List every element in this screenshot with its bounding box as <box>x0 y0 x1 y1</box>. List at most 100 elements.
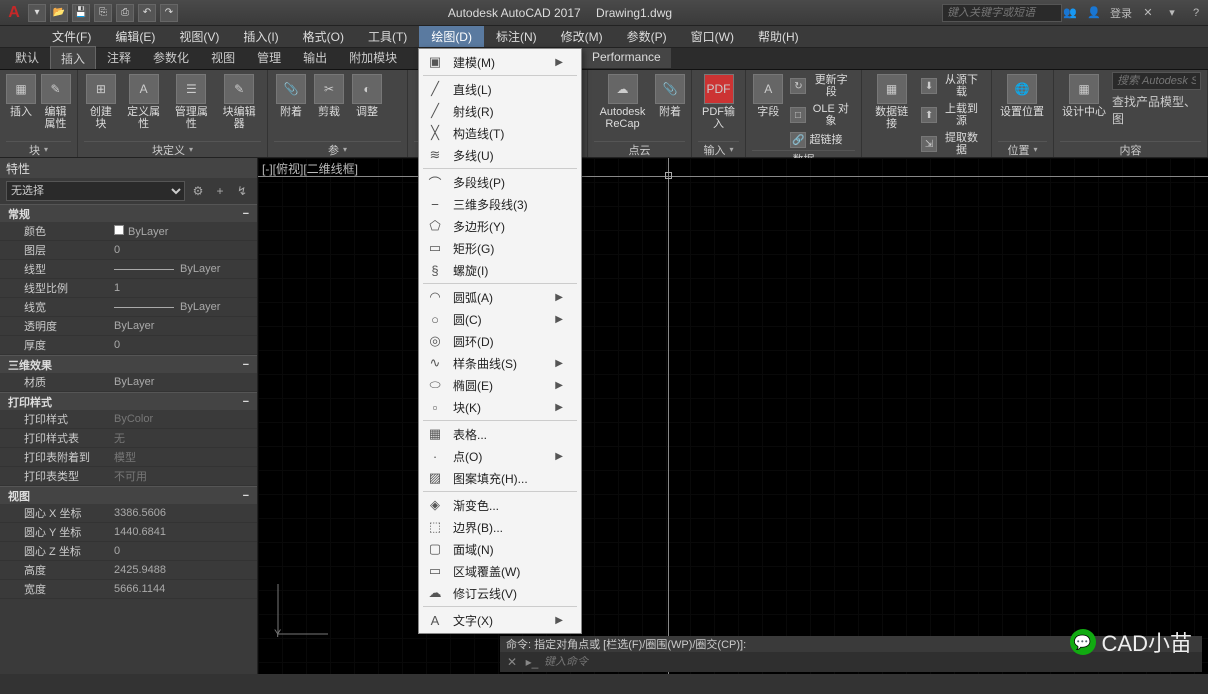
property-group-header[interactable]: 打印样式− <box>0 392 257 410</box>
menu-parameters[interactable]: 参数(P) <box>615 26 679 47</box>
panel-arrow-icon[interactable]: ▾ <box>189 145 193 154</box>
qat-saveas-icon[interactable]: ⎘ <box>94 4 112 22</box>
btn-attach[interactable]: 📎附着 <box>274 72 308 120</box>
btn-block-editor[interactable]: ✎块编辑器 <box>217 72 261 132</box>
panel-arrow-icon[interactable]: ▾ <box>729 145 733 154</box>
tab-default[interactable]: 默认 <box>4 45 50 69</box>
menu-format[interactable]: 格式(O) <box>291 26 356 47</box>
property-row[interactable]: 打印表类型不可用 <box>0 467 257 486</box>
tab-parametric[interactable]: 参数化 <box>142 45 200 69</box>
help-icon[interactable]: ? <box>1188 5 1204 21</box>
quick-select-icon[interactable]: ⚙ <box>189 182 207 200</box>
content-search-input[interactable] <box>1112 72 1201 90</box>
btn-clip[interactable]: ✂剪裁 <box>312 72 346 120</box>
command-close-icon[interactable]: ✕ <box>504 654 520 670</box>
menu-view[interactable]: 视图(V) <box>167 26 231 47</box>
menu-item[interactable]: ≋多线(U) <box>419 144 581 166</box>
property-row[interactable]: 图层0 <box>0 241 257 260</box>
user-icon[interactable]: 👤 <box>1086 5 1102 21</box>
menu-item[interactable]: ▦表格... <box>419 423 581 445</box>
tab-addins[interactable]: 附加模块 <box>338 45 408 69</box>
tab-manage[interactable]: 管理 <box>246 45 292 69</box>
tab-annotate[interactable]: 注释 <box>96 45 142 69</box>
menu-item[interactable]: ▭区域覆盖(W) <box>419 560 581 582</box>
tab-insert[interactable]: 插入 <box>50 46 96 69</box>
tab-view[interactable]: 视图 <box>200 45 246 69</box>
btn-field[interactable]: A字段 <box>752 72 784 120</box>
property-row[interactable]: 圆心 Y 坐标1440.6841 <box>0 523 257 542</box>
viewport-label[interactable]: [-][俯视][二维线框] <box>262 160 358 177</box>
property-row[interactable]: 线宽ByLayer <box>0 298 257 317</box>
btn-extract[interactable]: ⇲提取数据 <box>919 130 985 158</box>
menu-item[interactable]: ╱射线(R) <box>419 100 581 122</box>
qat-open-icon[interactable]: 📂 <box>50 4 68 22</box>
menu-item[interactable]: ☁修订云线(V) <box>419 582 581 604</box>
btn-attach-pc[interactable]: 📎附着 <box>655 72 685 120</box>
property-row[interactable]: 打印表附着到模型 <box>0 448 257 467</box>
property-row[interactable]: 颜色ByLayer <box>0 222 257 241</box>
toggle-pickadd-icon[interactable]: ↯ <box>233 182 251 200</box>
property-group-header[interactable]: 常规− <box>0 204 257 222</box>
qat-plot-icon[interactable]: ⎙ <box>116 4 134 22</box>
login-link[interactable]: 登录 <box>1110 5 1132 21</box>
panel-arrow-icon[interactable]: ▾ <box>343 145 347 154</box>
menu-item[interactable]: §螺旋(I) <box>419 259 581 281</box>
menu-item[interactable]: ∿样条曲线(S)▶ <box>419 352 581 374</box>
btn-download[interactable]: ⬇从源下载 <box>919 72 985 100</box>
menu-item[interactable]: ▣建模(M)▶ <box>419 51 581 73</box>
menu-item[interactable]: ·点(O)▶ <box>419 445 581 467</box>
menu-item[interactable]: ◈渐变色... <box>419 494 581 516</box>
menu-draw[interactable]: 绘图(D) <box>419 26 484 47</box>
property-row[interactable]: 材质ByLayer <box>0 373 257 392</box>
menu-item[interactable]: ○圆(C)▶ <box>419 308 581 330</box>
tab-output[interactable]: 输出 <box>292 45 338 69</box>
btn-manage-attr[interactable]: ☰管理属性 <box>170 72 214 132</box>
panel-arrow-icon[interactable]: ▾ <box>1033 145 1037 154</box>
menu-item[interactable]: ⬠多边形(Y) <box>419 215 581 237</box>
menu-item[interactable]: ╳构造线(T) <box>419 122 581 144</box>
property-row[interactable]: 圆心 X 坐标3386.5606 <box>0 504 257 523</box>
help-search-input[interactable] <box>942 4 1062 22</box>
property-row[interactable]: 透明度ByLayer <box>0 317 257 336</box>
btn-pdf-import[interactable]: PDFPDF输入 <box>698 72 739 132</box>
menu-item[interactable]: ╱直线(L) <box>419 78 581 100</box>
property-row[interactable]: 打印样式ByColor <box>0 410 257 429</box>
menu-item[interactable]: ◎圆环(D) <box>419 330 581 352</box>
help-dropdown-icon[interactable]: ▾ <box>1164 5 1180 21</box>
select-objects-icon[interactable]: + <box>211 182 229 200</box>
menu-modify[interactable]: 修改(M) <box>549 26 615 47</box>
property-row[interactable]: 宽度5666.1144 <box>0 580 257 599</box>
menu-window[interactable]: 窗口(W) <box>679 26 746 47</box>
property-group-header[interactable]: 三维效果− <box>0 355 257 373</box>
btn-datalink[interactable]: ▦数据链接 <box>868 72 915 132</box>
btn-update-field[interactable]: ↻更新字段 <box>788 72 855 100</box>
menu-item[interactable]: ▢面域(N) <box>419 538 581 560</box>
menu-insert[interactable]: 插入(I) <box>231 26 290 47</box>
infocenter-icon[interactable]: 👥 <box>1062 5 1078 21</box>
btn-set-location[interactable]: 🌐设置位置 <box>998 72 1046 120</box>
panel-arrow-icon[interactable]: ▾ <box>44 145 48 154</box>
btn-insert-block[interactable]: ▦插入 <box>6 72 36 120</box>
btn-upload[interactable]: ⬆上载到源 <box>919 101 985 129</box>
qat-new-icon[interactable]: ▾ <box>28 4 46 22</box>
menu-item[interactable]: ◠圆弧(A)▶ <box>419 286 581 308</box>
btn-adjust[interactable]: ◐调整 <box>350 72 384 120</box>
menu-edit[interactable]: 编辑(E) <box>103 26 167 47</box>
btn-def-attr[interactable]: A定义属性 <box>122 72 166 132</box>
btn-recap[interactable]: ☁Autodesk ReCap <box>594 72 651 132</box>
menu-help[interactable]: 帮助(H) <box>746 26 811 47</box>
menu-dimension[interactable]: 标注(N) <box>484 26 549 47</box>
exchange-icon[interactable]: ✕ <box>1140 5 1156 21</box>
qat-redo-icon[interactable]: ↷ <box>160 4 178 22</box>
menu-item[interactable]: ⌒多段线(P) <box>419 171 581 193</box>
property-row[interactable]: 厚度0 <box>0 336 257 355</box>
btn-create-block[interactable]: ⊞创建块 <box>84 72 118 132</box>
menu-file[interactable]: 文件(F) <box>40 26 103 47</box>
qat-save-icon[interactable]: 💾 <box>72 4 90 22</box>
menu-tools[interactable]: 工具(T) <box>356 26 419 47</box>
selection-dropdown[interactable]: 无选择 <box>6 181 185 201</box>
menu-item[interactable]: ⬭椭圆(E)▶ <box>419 374 581 396</box>
qat-undo-icon[interactable]: ↶ <box>138 4 156 22</box>
drawing-viewport[interactable]: [-][俯视][二维线框] X Y <box>258 158 1208 674</box>
btn-design-center[interactable]: ▦设计中心 <box>1060 72 1108 120</box>
